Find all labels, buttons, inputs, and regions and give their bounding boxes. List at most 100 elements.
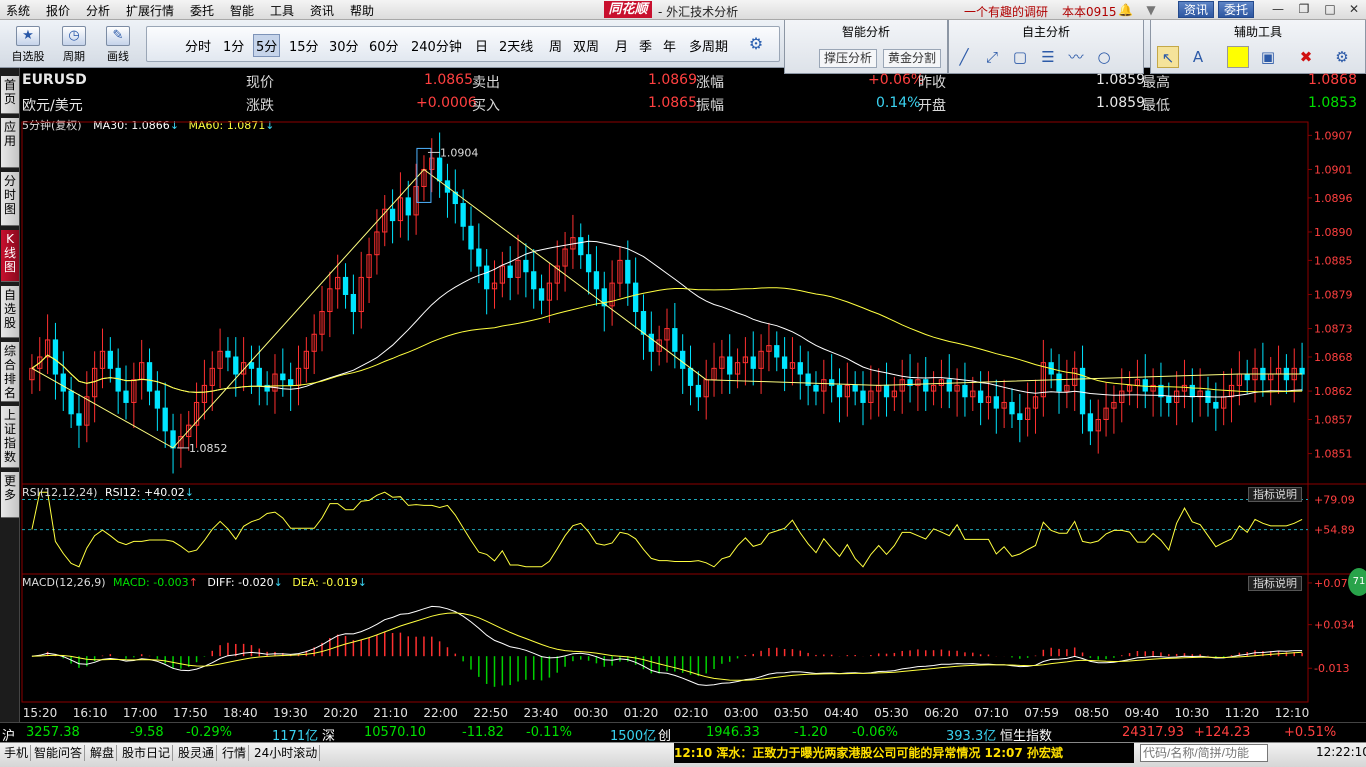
quote-header: EURUSD 欧元/美元 现价 1.0865 涨跌 +0.0006 卖出 1.0… — [20, 70, 1366, 116]
float-badge[interactable]: 71 — [1348, 568, 1366, 596]
cursor-icon[interactable]: ↖ — [1157, 46, 1179, 68]
menu-analysis[interactable]: 分析 — [86, 2, 110, 19]
menu-help[interactable]: 帮助 — [350, 2, 374, 19]
period-day[interactable]: 日 — [475, 36, 488, 55]
tab-stock-link[interactable]: 股灵通 — [176, 745, 218, 761]
period-month[interactable]: 月 — [615, 36, 628, 55]
period-quarter[interactable]: 季 — [639, 36, 652, 55]
tab-24h-scroll[interactable]: 24小时滚动 — [252, 745, 321, 761]
cycle-button[interactable]: ◷ 周期 — [52, 24, 96, 66]
news-link[interactable]: 一个有趣的调研 — [964, 3, 1048, 20]
menu-extended[interactable]: 扩展行情 — [126, 2, 174, 19]
star-icon: ★ — [16, 26, 40, 46]
tab-market[interactable]: 行情 — [220, 745, 250, 761]
minimize-icon[interactable]: — — [1268, 2, 1288, 17]
sh-value: 3257.38 — [26, 725, 80, 740]
candle-body — [280, 373, 286, 381]
sidebar-item-kline[interactable]: K线图 — [1, 230, 19, 282]
ray-tool-icon[interactable]: ⤢ — [981, 46, 1003, 68]
period-5m[interactable]: 5分 — [253, 34, 281, 57]
candle-body — [248, 362, 255, 369]
candle-body — [389, 208, 396, 222]
close-icon[interactable]: ✕ — [1344, 2, 1364, 17]
macd-indicator-help-button[interactable]: 指标说明 — [1248, 576, 1302, 591]
period-240m[interactable]: 240分钟 — [411, 36, 462, 55]
period-15m[interactable]: 15分 — [289, 36, 319, 55]
candle-body — [350, 293, 357, 313]
tab-diary[interactable]: 股市日记 — [120, 745, 174, 761]
sidebar-item-ranking[interactable]: 综合排名 — [1, 342, 19, 402]
code-search-input[interactable] — [1140, 744, 1268, 762]
menu-quote[interactable]: 报价 — [46, 2, 70, 19]
rsi-arrow-icon: ↓ — [184, 486, 194, 499]
time-tick-label: 01:20 — [623, 706, 659, 720]
clock-icon: ◷ — [62, 26, 86, 46]
tab-smart-qa[interactable]: 智能问答 — [32, 745, 86, 761]
menu-smart[interactable]: 智能 — [230, 2, 254, 19]
line-tool-icon[interactable]: ╱ — [953, 46, 975, 68]
diff-value: DIFF: -0.020 — [207, 576, 274, 589]
tab-mobile[interactable]: 手机 — [2, 745, 32, 761]
macd-tick-label: -0.013 — [1314, 662, 1349, 675]
y-tick-label: 1.0862 — [1314, 385, 1353, 398]
support-resistance-button[interactable]: 撑压分析 — [819, 49, 878, 68]
tab-commentary[interactable]: 解盘 — [88, 745, 118, 761]
period-biweek[interactable]: 双周 — [573, 36, 599, 55]
candle-body — [107, 350, 113, 369]
period-year[interactable]: 年 — [663, 36, 676, 55]
period-60m[interactable]: 60分 — [369, 36, 399, 55]
window-title: - 外汇技术分析 — [658, 5, 739, 19]
delete-drawing-icon[interactable]: ✖ — [1295, 46, 1317, 68]
maximize-icon[interactable]: □ — [1320, 2, 1340, 17]
menu-info[interactable]: 资讯 — [310, 2, 334, 19]
wave-tool-icon[interactable]: 〰 — [1065, 46, 1087, 68]
candle-body — [1213, 401, 1219, 409]
rsi-indicator-help-button[interactable]: 指标说明 — [1248, 487, 1302, 502]
gear-icon[interactable]: ⚙ — [747, 35, 765, 53]
menu-system[interactable]: 系统 — [6, 2, 30, 19]
symbol-code: EURUSD — [22, 72, 87, 88]
info-button[interactable]: 资讯 — [1178, 1, 1215, 18]
y-tick-label: 1.0907 — [1314, 129, 1353, 142]
color-picker-icon[interactable] — [1227, 46, 1249, 68]
chart-area[interactable]: 1.0907 1.0901 1.0896 1.0890 1.0885 1.0879 1.08… — [20, 120, 1366, 721]
news-ticker[interactable]: 12:10 浑水：正致力于曝光两家港股公司可能的异常情况 12:07 孙宏斌 — [674, 743, 1134, 763]
time-tick-label: 11:20 — [1224, 706, 1260, 720]
sidebar-item-apps[interactable]: 应用 — [1, 118, 19, 168]
period-30m[interactable]: 30分 — [329, 36, 359, 55]
candle-body — [593, 271, 600, 290]
trade-button[interactable]: 委托 — [1218, 1, 1255, 18]
candle-body — [1087, 413, 1094, 432]
sidebar-item-intraday[interactable]: 分时图 — [1, 172, 19, 226]
sidebar-item-watchlist[interactable]: 自选股 — [1, 286, 19, 338]
draw-line-button[interactable]: ✎ 画线 — [96, 24, 140, 66]
candle-body — [531, 271, 537, 290]
sidebar-item-sh-index[interactable]: 上证指数 — [1, 406, 19, 468]
period-1m[interactable]: 1分 — [223, 36, 244, 55]
golden-section-button[interactable]: 黄金分割 — [883, 49, 942, 68]
price-label: 现价 — [246, 75, 274, 91]
cy-change: -1.20 — [794, 725, 828, 740]
period-tick[interactable]: 分时 — [185, 36, 211, 55]
sz-pct: -0.11% — [526, 725, 572, 740]
cycle-label: 周期 — [63, 50, 85, 63]
shirt-icon[interactable]: ▼ — [1144, 3, 1158, 17]
menu-trade[interactable]: 委托 — [190, 2, 214, 19]
period-multi[interactable]: 多周期 — [689, 36, 728, 55]
time-tick-label: 04:40 — [823, 706, 859, 720]
sidebar-item-more[interactable]: 更多 — [1, 472, 19, 518]
rect-tool-icon[interactable]: ▢ — [1009, 46, 1031, 68]
menu-tools[interactable]: 工具 — [270, 2, 294, 19]
channel-tool-icon[interactable]: ☰ — [1037, 46, 1059, 68]
text-tool-icon[interactable]: A — [1187, 46, 1209, 68]
period-week[interactable]: 周 — [549, 36, 562, 55]
period-2day[interactable]: 2天线 — [499, 36, 533, 55]
restore-icon[interactable]: ❐ — [1294, 2, 1314, 17]
circle-tool-icon[interactable]: ○ — [1093, 46, 1115, 68]
time-tick-label: 23:40 — [523, 706, 559, 720]
aux-settings-icon[interactable]: ⚙ — [1331, 46, 1353, 68]
save-drawing-icon[interactable]: ▣ — [1257, 46, 1279, 68]
sidebar-item-home[interactable]: 首页 — [1, 76, 19, 114]
select-stock-button[interactable]: ★ 自选股 — [6, 24, 50, 66]
bell-icon[interactable]: 🔔 — [1118, 3, 1133, 17]
